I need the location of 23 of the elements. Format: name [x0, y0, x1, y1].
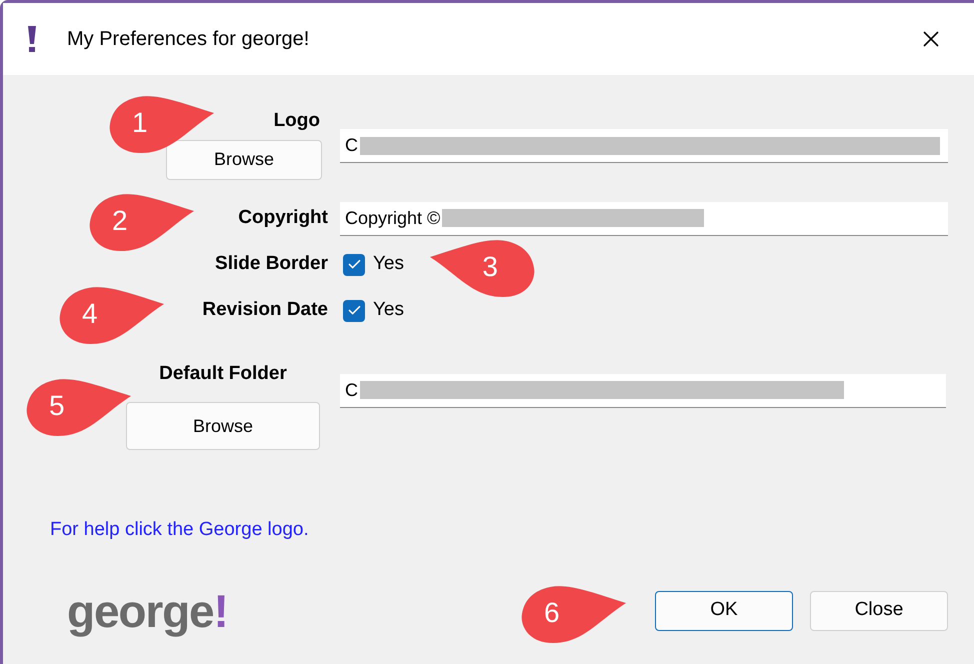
field-label: Logo — [274, 109, 320, 133]
app-icon — [25, 25, 39, 53]
window-title: My Preferences for george! — [67, 27, 310, 52]
field-value: C — [345, 134, 358, 157]
george-logo[interactable]: george! — [67, 582, 229, 638]
dialog-button[interactable]: OK — [655, 590, 793, 630]
field-label: Copyright — [238, 206, 328, 230]
field-value: Copyright © — [345, 206, 440, 230]
field-label: Default Folder — [159, 362, 287, 386]
text-field[interactable]: C — [340, 374, 946, 408]
dialog-button[interactable]: Close — [810, 590, 948, 630]
checkbox-label: Yes — [373, 252, 404, 276]
text-field[interactable]: Copyright © — [340, 202, 948, 236]
field-value: C — [345, 378, 358, 402]
browse-button[interactable]: Browse — [166, 140, 322, 180]
checkbox[interactable] — [343, 300, 365, 322]
checkbox-label: Yes — [373, 298, 404, 322]
text-field[interactable]: C — [340, 129, 948, 163]
checkbox[interactable] — [343, 254, 365, 276]
field-label: Revision Date — [202, 298, 328, 322]
browse-button[interactable]: Browse — [126, 402, 320, 450]
help-link[interactable]: For help click the George logo. — [50, 519, 309, 540]
field-label: Slide Border — [215, 252, 328, 276]
